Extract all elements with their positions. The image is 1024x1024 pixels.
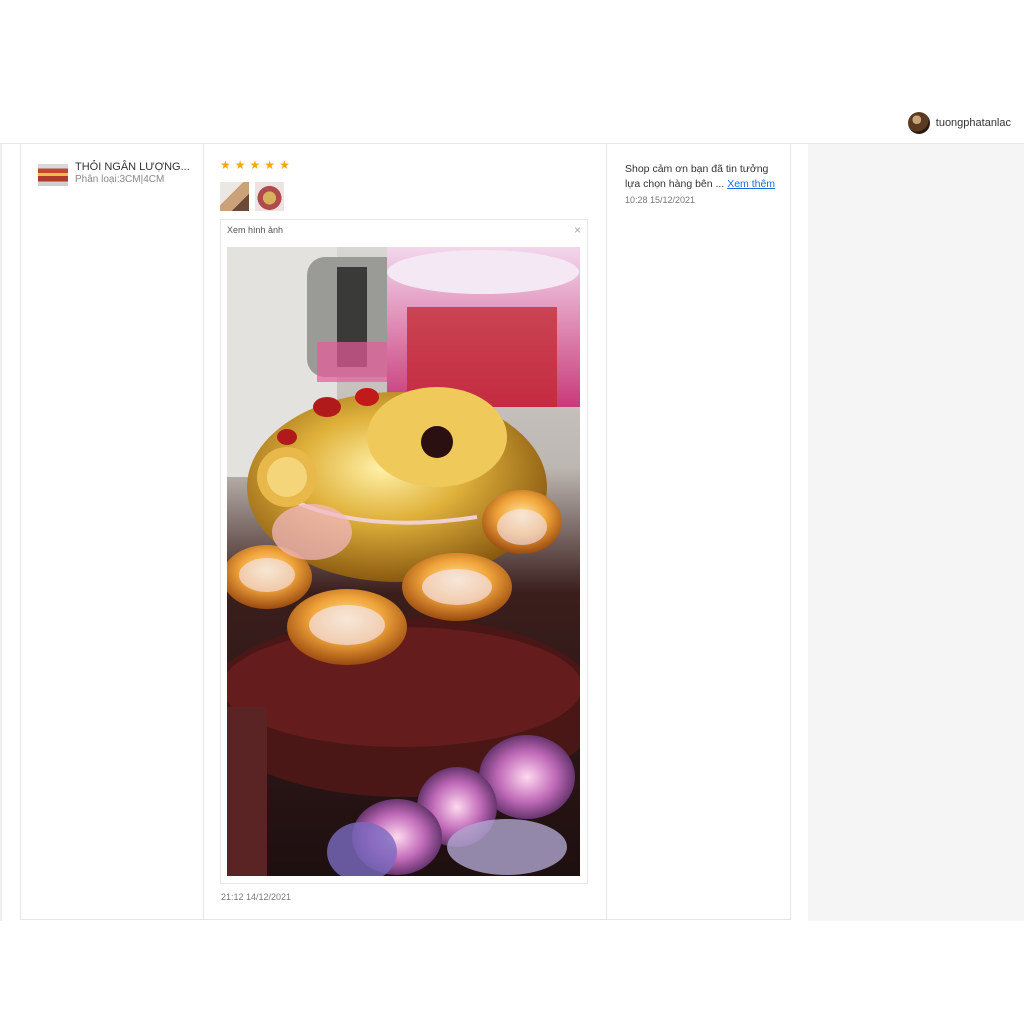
see-more-link[interactable]: Xem thêm (727, 178, 775, 190)
product-title[interactable]: THỎI NGÂN LƯỢNG... (75, 161, 190, 173)
star-icon: ★ (249, 158, 261, 172)
star-icon: ★ (220, 158, 231, 172)
review-photo (227, 247, 580, 876)
product-variant: Phân loại:3CM|4CM (75, 174, 165, 185)
review-image-thumb[interactable] (255, 182, 284, 211)
review-image-thumb[interactable] (220, 182, 249, 211)
review-thumbnails (220, 182, 284, 211)
rating-stars: ★ ★ ★ ★ ★ (220, 159, 290, 171)
star-icon: ★ (234, 158, 246, 172)
product-column: THỎI NGÂN LƯỢNG... Phân loại:3CM|4CM (21, 144, 204, 919)
shop-reply: Shop cảm ơn bạn đã tin tưởng lựa chọn hà… (625, 162, 777, 192)
top-bar: tuongphatanlac (0, 105, 1024, 144)
image-viewer: Xem hình ảnh × (220, 219, 588, 884)
review-row: THỎI NGÂN LƯỢNG... Phân loại:3CM|4CM ★ ★… (20, 144, 791, 920)
right-panel (808, 144, 1024, 921)
reply-column: Shop cảm ơn bạn đã tin tưởng lựa chọn hà… (607, 144, 790, 919)
star-icon: ★ (279, 158, 290, 172)
username[interactable]: tuongphatanlac (936, 117, 1011, 129)
user-account[interactable]: tuongphatanlac (907, 112, 1011, 134)
star-icon: ★ (264, 158, 276, 172)
avatar[interactable] (907, 112, 930, 134)
product-thumbnail[interactable] (38, 164, 68, 186)
image-viewer-title: Xem hình ảnh (227, 225, 284, 235)
reply-timestamp: 10:28 15/12/2021 (625, 195, 696, 205)
close-icon[interactable]: × (574, 223, 581, 237)
review-timestamp: 21:12 14/12/2021 (221, 892, 292, 902)
left-divider (0, 144, 2, 921)
review-column: ★ ★ ★ ★ ★ Xem hình ảnh × 21:12 14/12/202… (204, 144, 607, 919)
